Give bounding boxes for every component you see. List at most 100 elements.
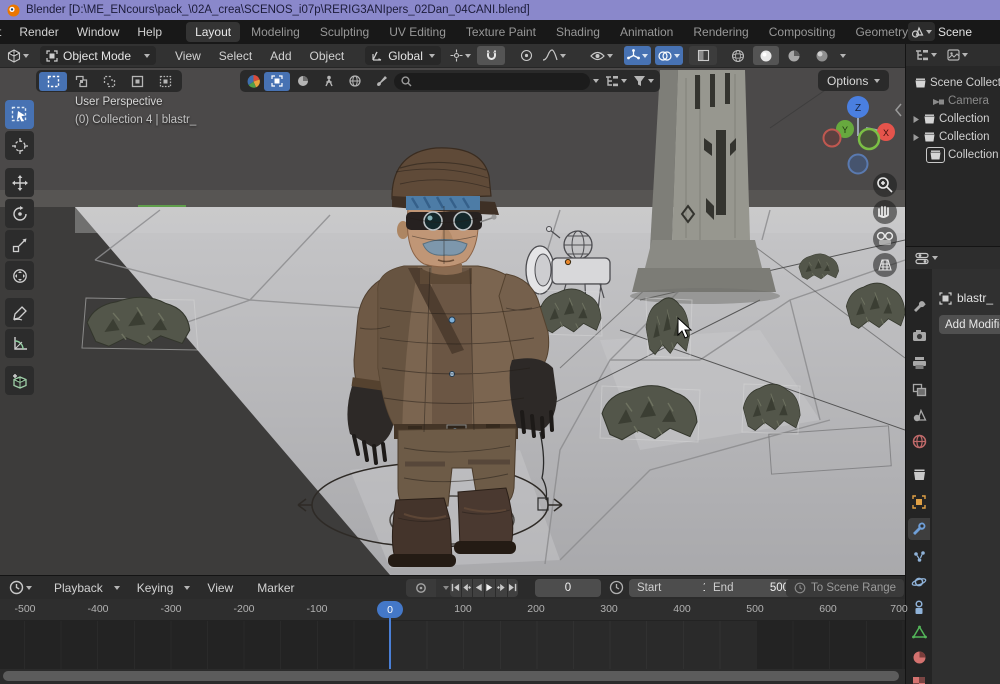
- play-button[interactable]: [485, 579, 496, 597]
- pan-hand-button[interactable]: [873, 200, 897, 224]
- end-frame-field[interactable]: End500: [705, 579, 797, 597]
- menu-help[interactable]: Help: [128, 22, 171, 42]
- scene-name[interactable]: Scene: [938, 25, 972, 39]
- tab-scene[interactable]: [908, 404, 930, 426]
- color-wheel-icon[interactable]: [246, 74, 261, 89]
- outliner-item-scene-collection[interactable]: Scene Collection: [914, 74, 1000, 92]
- proportional-editing-toggle[interactable]: [513, 46, 539, 65]
- outliner-item-collection-active[interactable]: Collection: [926, 146, 999, 164]
- filter-world-button[interactable]: [342, 72, 368, 91]
- properties-editor-type-button[interactable]: [912, 249, 941, 268]
- tool-select-box[interactable]: [5, 100, 34, 129]
- shading-material-button[interactable]: [781, 46, 807, 65]
- options-dropdown[interactable]: Options: [818, 70, 889, 91]
- next-keyframe-button[interactable]: [496, 579, 507, 597]
- filter-mesh-button[interactable]: [290, 72, 316, 91]
- select-mode-new-button[interactable]: [39, 72, 67, 91]
- tool-measure[interactable]: [5, 329, 34, 358]
- proportional-falloff-dropdown[interactable]: [539, 46, 569, 65]
- filter-object-button[interactable]: [264, 72, 290, 91]
- tab-physics[interactable]: [908, 571, 930, 593]
- auto-keying-toggle[interactable]: [406, 579, 436, 597]
- properties-breadcrumb[interactable]: blastr_: [939, 291, 993, 305]
- view-layer-tree-dropdown[interactable]: [602, 72, 630, 91]
- transform-orientation-dropdown[interactable]: Global: [365, 46, 441, 65]
- select-mode-subtract-button[interactable]: [95, 72, 123, 91]
- tab-texture-paint[interactable]: Texture Paint: [457, 22, 545, 42]
- tool-add-cube[interactable]: [5, 366, 34, 395]
- current-frame-field[interactable]: 0: [535, 579, 601, 597]
- playhead-marker[interactable]: 0: [377, 601, 403, 618]
- show-gizmo-toggle[interactable]: [624, 46, 651, 65]
- scene-browse-button[interactable]: [908, 22, 935, 41]
- editor-type-button[interactable]: [4, 46, 32, 65]
- to-scene-range-button[interactable]: To Scene Range: [786, 579, 904, 597]
- perspective-toggle-button[interactable]: [873, 253, 897, 277]
- tab-sculpting[interactable]: Sculpting: [311, 22, 378, 42]
- jump-to-end-button[interactable]: [508, 579, 519, 597]
- viewport-canvas[interactable]: Z Y X: [0, 68, 905, 575]
- menu-window[interactable]: Window: [68, 22, 129, 42]
- timeline-menu-keying[interactable]: Keying: [128, 578, 183, 598]
- tab-view-layer[interactable]: [908, 379, 930, 401]
- show-overlays-toggle[interactable]: [655, 46, 683, 65]
- search-input[interactable]: [394, 73, 590, 90]
- tab-material[interactable]: [908, 646, 930, 668]
- expand-arrow-icon[interactable]: [912, 133, 920, 142]
- viewport-menu-object[interactable]: Object: [301, 46, 354, 66]
- tab-tool[interactable]: [908, 296, 930, 318]
- tab-object[interactable]: [908, 491, 930, 513]
- tab-uv-editing[interactable]: UV Editing: [380, 22, 455, 42]
- timeline-track-area[interactable]: [0, 621, 905, 669]
- tab-animation[interactable]: Animation: [611, 22, 682, 42]
- jump-to-start-button[interactable]: [450, 579, 461, 597]
- tool-annotate[interactable]: [5, 298, 34, 327]
- tab-output[interactable]: [908, 352, 930, 374]
- search-options-dropdown[interactable]: [590, 72, 602, 91]
- play-reverse-button[interactable]: [473, 579, 484, 597]
- tab-constraints[interactable]: [908, 596, 930, 618]
- select-mode-intersect-button[interactable]: [151, 72, 179, 91]
- tool-transform[interactable]: [5, 261, 34, 290]
- timeline-menu-view[interactable]: View: [198, 578, 242, 598]
- camera-view-button[interactable]: [873, 227, 897, 251]
- timeline-menu-marker[interactable]: Marker: [248, 578, 303, 598]
- tab-modifiers[interactable]: [908, 518, 930, 540]
- viewport-menu-select[interactable]: Select: [210, 46, 261, 66]
- xray-toggle[interactable]: [689, 46, 717, 65]
- outliner-item-collection-1[interactable]: Collection: [912, 110, 990, 128]
- menu-render[interactable]: Render: [10, 22, 67, 42]
- snapping-dropdown[interactable]: [447, 46, 474, 65]
- outliner-item-collection-2[interactable]: Collection: [912, 128, 990, 146]
- visibility-dropdown[interactable]: [587, 46, 616, 65]
- snap-magnet-toggle[interactable]: [477, 46, 505, 65]
- tool-move[interactable]: [5, 168, 34, 197]
- tool-rotate[interactable]: [5, 199, 34, 228]
- playhead-line[interactable]: [389, 618, 391, 669]
- tab-rendering[interactable]: Rendering: [684, 22, 757, 42]
- expand-arrow-icon[interactable]: [912, 115, 920, 124]
- mode-dropdown[interactable]: Object Mode: [40, 46, 156, 65]
- tab-compositing[interactable]: Compositing: [760, 22, 845, 42]
- tab-layout[interactable]: Layout: [186, 22, 240, 42]
- timeline-editor-type-button[interactable]: [6, 578, 35, 597]
- tab-collection[interactable]: [908, 463, 930, 485]
- start-frame-field[interactable]: Start1: [629, 579, 717, 597]
- prev-keyframe-button[interactable]: [462, 579, 473, 597]
- outliner-display-mode-dropdown[interactable]: [912, 46, 940, 65]
- timeline-scrollbar[interactable]: [3, 671, 899, 681]
- tool-scale[interactable]: [5, 230, 34, 259]
- menu-edit-clipped[interactable]: t: [0, 22, 10, 42]
- tool-cursor[interactable]: [5, 131, 34, 160]
- shading-wireframe-button[interactable]: [725, 46, 751, 65]
- tab-texture[interactable]: [908, 672, 930, 684]
- tab-world[interactable]: [908, 430, 930, 452]
- filter-brush-button[interactable]: [368, 72, 394, 91]
- outliner-item-camera[interactable]: Camera: [932, 92, 989, 110]
- tab-particles[interactable]: [908, 546, 930, 568]
- select-mode-invert-button[interactable]: [123, 72, 151, 91]
- outliner-filter-dropdown[interactable]: [944, 46, 971, 65]
- timeline-menu-playback[interactable]: Playback: [45, 578, 112, 598]
- tab-render[interactable]: [908, 324, 930, 346]
- zoom-button[interactable]: [873, 173, 897, 197]
